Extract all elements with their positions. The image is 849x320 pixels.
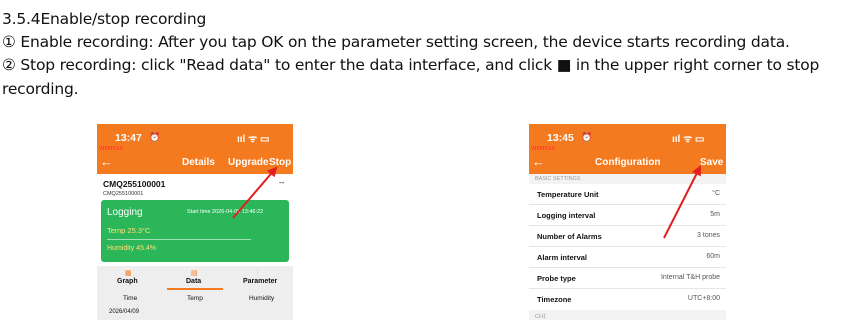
- setting-label: Alarm interval: [537, 253, 588, 262]
- status-bar: 13:45 ⏰ ııl ᯤ ▭: [529, 124, 726, 150]
- setting-value: °C: [712, 190, 720, 197]
- logging-card: Logging Start time 2026-04-09 13:46:22 T…: [101, 200, 289, 262]
- section-label-ch1: CH1: [535, 314, 547, 320]
- setting-label: Temperature Unit: [537, 190, 599, 199]
- temp-reading: Temp 25.3°C: [107, 226, 151, 235]
- graph-icon: ▦: [125, 269, 132, 277]
- stop-recording-text-cont: recording.: [2, 80, 79, 98]
- back-icon[interactable]: ←: [532, 154, 545, 169]
- upgrade-button[interactable]: Upgrade: [228, 157, 269, 168]
- divider: [107, 239, 251, 240]
- setting-value: 5m: [710, 211, 720, 218]
- save-button[interactable]: Save: [700, 157, 723, 168]
- section-heading: 3.5.4Enable/stop recording: [2, 10, 207, 28]
- setting-label: Timezone: [537, 295, 572, 304]
- parameter-icon: ⫶: [257, 269, 259, 277]
- setting-value: UTC+8:00: [687, 295, 720, 302]
- list-item[interactable]: Temperature Unit °C: [529, 184, 726, 205]
- device-name: CMQ255100001: [103, 179, 166, 189]
- details-screenshot: 13:47 ⏰ ııl ᯤ ▭ WEMYSS ← Details Upgrade…: [97, 124, 293, 320]
- status-time: 13:45: [547, 132, 574, 144]
- humidity-reading: Humidity 45.4%: [107, 245, 157, 252]
- list-item[interactable]: Alarm interval 60m: [529, 247, 726, 268]
- col-humidity: Humidity: [249, 295, 275, 302]
- settings-list: Temperature Unit °C Logging interval 5m …: [529, 184, 726, 310]
- list-item[interactable]: Probe type Internal T&H probe: [529, 268, 726, 289]
- tab-area: ▦ ▤ ⫶ Graph Data Parameter Time Temp Hum…: [97, 266, 293, 320]
- setting-label: Number of Alarms: [537, 232, 602, 241]
- alarm-icon: ⏰: [149, 132, 161, 142]
- signal-wifi-battery-icon: ııl ᯤ ▭: [672, 134, 705, 145]
- stop-recording-text: ② Stop recording: click "Read data" to e…: [2, 56, 820, 74]
- details-body: CMQ255100001 -- CMQ255100001 Logging Sta…: [97, 174, 293, 320]
- data-icon: ▤: [191, 269, 198, 277]
- setting-value: 60m: [706, 253, 720, 260]
- signal-wifi-battery-icon: ııl ᯤ ▭: [237, 134, 270, 145]
- active-tab-indicator: [167, 288, 223, 290]
- back-icon[interactable]: ←: [100, 154, 113, 169]
- start-time: Start time 2026-04-09 13:46:22: [187, 209, 264, 215]
- list-item[interactable]: Number of Alarms 3 tones: [529, 226, 726, 247]
- stop-button[interactable]: Stop: [269, 157, 291, 168]
- nav-bar: ← Details Upgrade Stop: [97, 150, 293, 174]
- tab-data[interactable]: Data: [186, 278, 201, 285]
- setting-label: Probe type: [537, 274, 576, 283]
- page-title: Details: [182, 157, 215, 168]
- more-indicator[interactable]: --: [279, 178, 284, 187]
- device-sub: CMQ255100001: [103, 191, 144, 197]
- list-item[interactable]: Logging interval 5m: [529, 205, 726, 226]
- page-title: Configuration: [595, 157, 661, 168]
- setting-value: Internal T&H probe: [660, 274, 720, 281]
- tab-graph[interactable]: Graph: [117, 278, 138, 285]
- nav-bar: ← Configuration Save: [529, 150, 726, 174]
- status-time: 13:47: [115, 132, 142, 144]
- alarm-icon: ⏰: [581, 132, 593, 142]
- configuration-screenshot: 13:45 ⏰ ııl ᯤ ▭ WEMYSS ← Configuration S…: [529, 124, 726, 320]
- logging-status: Logging: [107, 207, 143, 218]
- col-temp: Temp: [187, 295, 203, 302]
- setting-label: Logging interval: [537, 211, 596, 220]
- status-bar: 13:47 ⏰ ııl ᯤ ▭: [97, 124, 293, 150]
- table-row: 2026/04/09: [109, 309, 140, 315]
- section-label: BASIC SETTINGS: [535, 176, 581, 182]
- tab-parameter[interactable]: Parameter: [243, 278, 277, 285]
- setting-value: 3 tones: [697, 232, 720, 239]
- list-item[interactable]: Timezone UTC+8:00: [529, 289, 726, 309]
- col-time: Time: [123, 295, 138, 302]
- enable-recording-text: ① Enable recording: After you tap OK on …: [2, 33, 790, 51]
